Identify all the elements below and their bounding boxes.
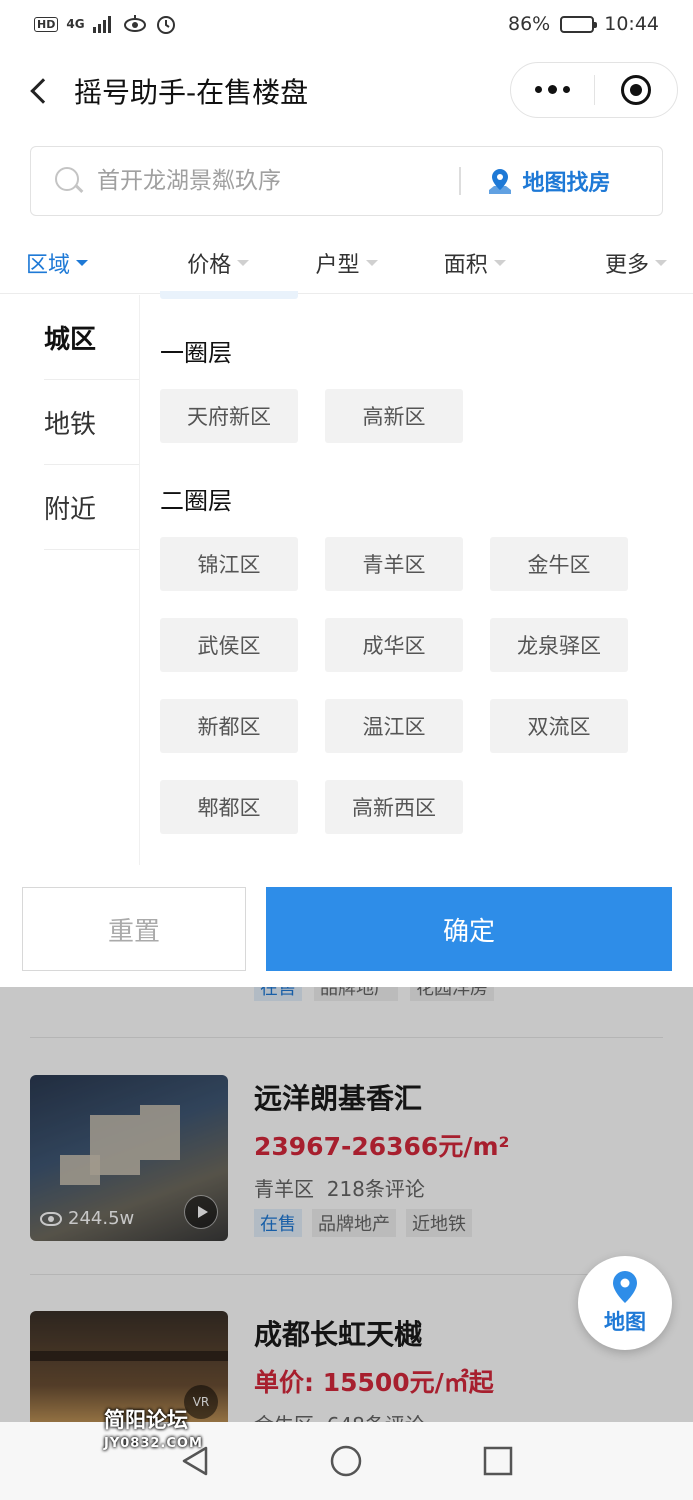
- dim-overlay[interactable]: [0, 987, 693, 1422]
- filter-tab-label: 户型: [315, 252, 360, 278]
- watermark-line-1: 简阳论坛: [104, 1408, 188, 1432]
- back-icon[interactable]: [24, 71, 56, 111]
- map-pin-icon: [488, 169, 511, 194]
- filter-tab-label: 区域: [26, 252, 71, 278]
- search-icon: [55, 167, 83, 195]
- reset-button[interactable]: 重置: [22, 887, 246, 971]
- district-chip[interactable]: 武侯区: [160, 618, 298, 672]
- group-title-ring-1: 一圈层: [160, 339, 232, 367]
- eye-comfort-icon: [123, 15, 146, 32]
- status-bar: HD 4G 86% 10:44: [0, 0, 693, 48]
- group-title-ring-2: 二圈层: [160, 487, 232, 515]
- search-bar: 地图找房: [30, 146, 663, 216]
- side-item-nearby[interactable]: 附近: [44, 465, 139, 550]
- nav-bar: 摇号助手-在售楼盘: [0, 48, 693, 134]
- forum-watermark: 简阳论坛 JY0832.COM: [104, 1408, 203, 1456]
- map-search-label: 地图找房: [522, 171, 611, 196]
- chip-group-ring-2: 锦江区 青羊区 金牛区 武侯区 成华区 龙泉驿区 新都区 温江区 双流区 郫都区…: [160, 537, 660, 834]
- search-divider: [459, 167, 461, 195]
- scrolled-chip-edge: [160, 291, 298, 299]
- signal-icon: [92, 16, 111, 33]
- map-fab-button[interactable]: 地图: [578, 1256, 672, 1350]
- side-item-metro[interactable]: 地铁: [44, 380, 139, 465]
- chip-group-ring-1: 天府新区 高新区: [160, 389, 660, 443]
- caret-down-icon: [365, 259, 378, 266]
- map-fab-label: 地图: [604, 1310, 646, 1334]
- caret-down-icon: [237, 259, 250, 266]
- district-chip[interactable]: 郫都区: [160, 780, 298, 834]
- clock: 10:44: [604, 13, 659, 35]
- home-nav-icon[interactable]: [329, 1444, 363, 1478]
- more-options-icon[interactable]: [511, 85, 594, 94]
- caret-down-icon: [493, 259, 506, 266]
- district-chip[interactable]: 青羊区: [325, 537, 463, 591]
- filter-tab-size[interactable]: 面积: [411, 232, 539, 293]
- filter-tab-area[interactable]: 区域: [0, 232, 154, 293]
- mini-program-capsule: [510, 62, 678, 118]
- caret-down-icon: [76, 259, 89, 266]
- search-input[interactable]: [97, 168, 457, 194]
- map-search-button[interactable]: 地图找房: [485, 165, 611, 197]
- district-chip[interactable]: 高新西区: [325, 780, 463, 834]
- district-chip[interactable]: 成华区: [325, 618, 463, 672]
- filter-tab-label: 价格: [187, 252, 232, 278]
- battery-icon: [560, 15, 598, 33]
- district-chip[interactable]: 龙泉驿区: [490, 618, 628, 672]
- district-chip[interactable]: 天府新区: [160, 389, 298, 443]
- page-title: 摇号助手-在售楼盘: [74, 76, 309, 109]
- recents-nav-icon[interactable]: [483, 1446, 513, 1476]
- district-chip[interactable]: 高新区: [325, 389, 463, 443]
- area-type-menu: 城区 地铁 附近: [0, 295, 140, 865]
- battery-percent: 86%: [508, 13, 551, 35]
- filter-actions: 重置 确定: [0, 865, 693, 987]
- filter-tab-more[interactable]: 更多: [539, 232, 693, 293]
- caret-down-icon: [655, 259, 668, 266]
- district-chip[interactable]: 温江区: [325, 699, 463, 753]
- side-item-district[interactable]: 城区: [44, 295, 139, 380]
- district-chip[interactable]: 锦江区: [160, 537, 298, 591]
- filter-tab-price[interactable]: 价格: [154, 232, 282, 293]
- watermark-line-2: JY0832.COM: [104, 1436, 203, 1451]
- area-filter-panel: 城区 地铁 附近 一圈层 天府新区 高新区 二圈层 锦江区 青羊区 金牛区 武侯…: [0, 291, 693, 865]
- network-type: 4G: [66, 17, 85, 31]
- district-options: 一圈层 天府新区 高新区 二圈层 锦江区 青羊区 金牛区 武侯区 成华区 龙泉驿…: [160, 291, 680, 834]
- filter-tabs: 区域 价格 户型 面积 更多: [0, 232, 693, 294]
- hd-icon: HD: [34, 16, 59, 32]
- district-chip[interactable]: 新都区: [160, 699, 298, 753]
- district-chip[interactable]: 金牛区: [490, 537, 628, 591]
- close-mini-program-icon[interactable]: [595, 75, 677, 105]
- filter-tab-label: 更多: [605, 252, 650, 278]
- district-chip[interactable]: 双流区: [490, 699, 628, 753]
- alarm-icon: [156, 16, 175, 34]
- map-pin-icon: [613, 1271, 637, 1303]
- filter-tab-layout[interactable]: 户型: [282, 232, 410, 293]
- filter-tab-label: 面积: [443, 252, 488, 278]
- confirm-button[interactable]: 确定: [266, 887, 672, 971]
